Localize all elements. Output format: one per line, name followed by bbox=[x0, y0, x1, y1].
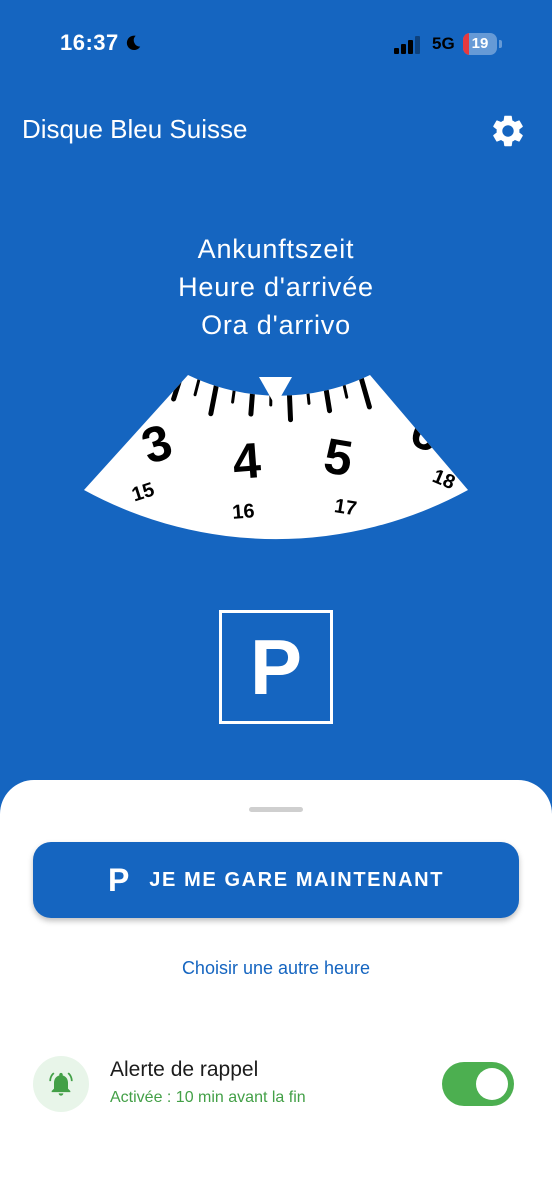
dial-tick bbox=[305, 381, 311, 405]
sheet-handle[interactable] bbox=[249, 807, 303, 812]
choose-other-time-link[interactable]: Choisir une autre heure bbox=[0, 958, 552, 979]
dial-tick bbox=[124, 360, 133, 367]
dial-24h-label: 17 bbox=[333, 495, 358, 520]
battery-icon: 19 bbox=[463, 33, 503, 55]
status-bar: 16:37 5G 19 bbox=[0, 0, 552, 90]
dial-24h-label: 16 bbox=[231, 500, 255, 524]
arrival-it: Ora d'arrivo bbox=[201, 310, 351, 340]
parking-icon: P bbox=[107, 861, 130, 898]
bottom-sheet: P JE ME GARE MAINTENANT Choisir une autr… bbox=[0, 780, 552, 1200]
arrival-de: Ankunftszeit bbox=[197, 234, 355, 264]
bell-icon-container bbox=[33, 1056, 89, 1112]
app-title: Disque Bleu Suisse bbox=[22, 114, 248, 144]
alert-subtitle: Activée : 10 min avant la fin bbox=[110, 1089, 306, 1106]
arrival-fr: Heure d'arrivée bbox=[178, 272, 374, 302]
reminder-alert-row: Alerte de rappel Activée : 10 min avant … bbox=[33, 1056, 519, 1112]
dial-tick bbox=[132, 375, 152, 392]
dial-tick bbox=[391, 375, 408, 392]
dial-tick bbox=[102, 360, 118, 366]
signal-icon bbox=[394, 36, 420, 54]
dial-hour-label: 4 bbox=[231, 432, 263, 490]
dial-tick bbox=[157, 375, 168, 385]
alert-title: Alerte de rappel bbox=[110, 1058, 259, 1081]
arrival-heading: Ankunftszeit Heure d'arrivée Ora d'arriv… bbox=[0, 230, 552, 344]
dial-tick bbox=[286, 382, 294, 423]
dial-tick bbox=[423, 375, 446, 379]
park-now-label: JE ME GARE MAINTENANT bbox=[149, 868, 445, 891]
parking-sign: P bbox=[219, 610, 333, 724]
park-now-button[interactable]: P JE ME GARE MAINTENANT bbox=[33, 842, 519, 918]
dial-tick bbox=[375, 375, 386, 389]
bell-icon bbox=[49, 1072, 73, 1096]
parking-sign-letter: P bbox=[249, 623, 303, 711]
time-dial[interactable]: 3 4 5 61516 1718 bbox=[0, 360, 552, 590]
toggle-knob bbox=[476, 1068, 508, 1100]
moon-icon bbox=[126, 35, 141, 51]
status-time: 16:37 bbox=[60, 30, 119, 55]
battery-percent: 19 bbox=[471, 35, 489, 52]
gear-icon[interactable] bbox=[489, 112, 527, 150]
alert-toggle[interactable] bbox=[442, 1062, 514, 1106]
dial-tick bbox=[248, 381, 256, 417]
network-type: 5G bbox=[432, 34, 455, 53]
dial-tick bbox=[410, 360, 419, 372]
